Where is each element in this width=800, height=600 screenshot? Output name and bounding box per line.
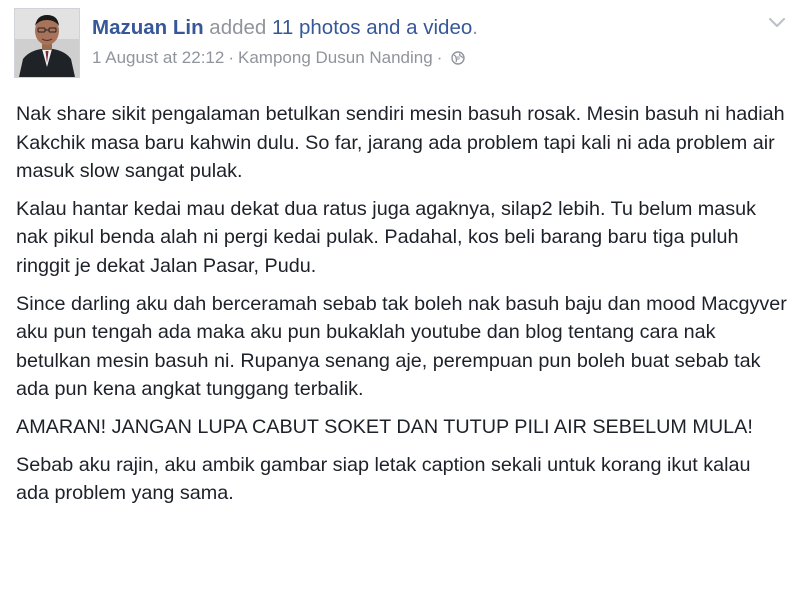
action-prefix: added	[203, 16, 273, 39]
post-paragraph-5: Sebab aku rajin, aku ambik gambar siap l…	[16, 453, 751, 505]
media-link[interactable]: 11 photos and a video	[272, 16, 472, 39]
facebook-post: Mazuan Lin added 11 photos and a video. …	[0, 0, 800, 600]
action-suffix: .	[472, 16, 478, 39]
meta-separator: ·	[228, 48, 235, 67]
post-paragraph-2: Kalau hantar kedai mau dekat dua ratus j…	[16, 197, 757, 277]
post-meta: 1 August at 22:12 · Kampong Dusun Nanding ·	[92, 46, 740, 72]
profile-photo-icon	[15, 9, 79, 77]
post-paragraph-4: AMARAN! JANGAN LUPA CABUT SOKET DAN TUTU…	[16, 415, 753, 438]
post-headline: Mazuan Lin added 11 photos and a video.	[92, 14, 740, 42]
post-body: Nak share sikit pengalaman betulkan send…	[16, 100, 788, 517]
avatar[interactable]	[14, 8, 80, 78]
post-timestamp[interactable]: 1 August at 22:12	[92, 48, 224, 67]
post-paragraph-3: Since darling aku dah berceramah sebab t…	[16, 292, 787, 401]
globe-icon[interactable]	[451, 48, 466, 72]
meta-separator-2: ·	[436, 48, 443, 67]
post-header: Mazuan Lin added 11 photos and a video. …	[92, 14, 740, 72]
post-location[interactable]: Kampong Dusun Nanding	[238, 48, 433, 67]
chevron-down-icon[interactable]	[768, 16, 786, 28]
post-paragraph-1: Nak share sikit pengalaman betulkan send…	[16, 103, 785, 183]
author-name[interactable]: Mazuan Lin	[92, 16, 204, 39]
